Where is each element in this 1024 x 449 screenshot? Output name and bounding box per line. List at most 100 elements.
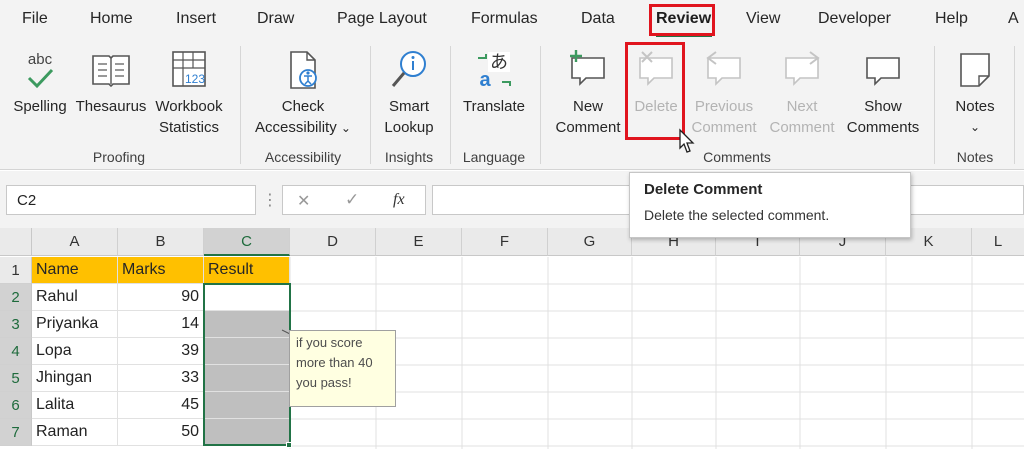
column-header-l[interactable]: L [972, 228, 1024, 256]
new-comment-icon [570, 50, 605, 86]
show-comments-label-1: Show [864, 98, 902, 115]
ribbon-separator [1014, 46, 1015, 164]
show-comments-button[interactable]: Show Comments [842, 48, 924, 138]
cell-b6[interactable]: 45 [118, 392, 204, 419]
menu-more[interactable]: A [1008, 10, 1019, 28]
column-header-e[interactable]: E [376, 228, 462, 256]
cell-b7[interactable]: 50 [118, 419, 204, 446]
select-all-corner[interactable] [0, 228, 32, 256]
cell-note-box[interactable]: if you score more than 40 you pass! [289, 330, 396, 407]
notes-icon [960, 53, 990, 87]
thesaurus-label: Thesaurus [75, 98, 147, 115]
next-comment-icon [785, 51, 820, 86]
cell-a6[interactable]: Lalita [32, 392, 118, 419]
note-line-3: you pass! [296, 375, 352, 390]
ribbon: abc Spelling Thesaurus 123 Workbook Stat… [0, 40, 1024, 170]
row-header-4[interactable]: 4 [0, 338, 32, 365]
check-accessibility-label-1: Check [281, 98, 325, 115]
previous-comment-label-2: Comment [691, 119, 757, 136]
insert-function-icon[interactable]: fx [393, 191, 405, 209]
ribbon-separator [240, 46, 241, 164]
row-header-2[interactable]: 2 [0, 284, 32, 311]
check-accessibility-label-2: Accessibility [255, 119, 337, 136]
row-header-5[interactable]: 5 [0, 365, 32, 392]
menu-formulas[interactable]: Formulas [471, 10, 538, 28]
cell-b3[interactable]: 14 [118, 311, 204, 338]
next-comment-label-1: Next [786, 98, 818, 115]
cell-b1[interactable]: Marks [118, 257, 204, 284]
cell-c1[interactable]: Result [204, 257, 290, 284]
column-header-g[interactable]: G [548, 228, 632, 256]
workbook-statistics-label-2: Statistics [158, 119, 219, 136]
menu-home[interactable]: Home [90, 10, 133, 28]
row-header-3[interactable]: 3 [0, 311, 32, 338]
new-comment-button[interactable]: New Comment [550, 48, 626, 138]
menu-file[interactable]: File [22, 10, 48, 28]
column-header-f[interactable]: F [462, 228, 548, 256]
chevron-down-icon: ⌄ [969, 120, 981, 134]
cell-b2[interactable]: 90 [118, 284, 204, 311]
cell-a3[interactable]: Priyanka [32, 311, 118, 338]
smart-lookup-label-2: Lookup [384, 119, 434, 136]
menu-insert[interactable]: Insert [176, 10, 216, 28]
cell-b4[interactable]: 39 [118, 338, 204, 365]
notes-label: Notes [955, 98, 995, 115]
cell-a1[interactable]: Name [32, 257, 118, 284]
row-header-1[interactable]: 1 [0, 257, 32, 284]
previous-comment-icon [706, 51, 741, 86]
name-box[interactable]: C2 [6, 185, 256, 215]
smart-lookup-icon [391, 51, 426, 87]
group-label-language: Language [462, 149, 526, 165]
cell-a4[interactable]: Lopa [32, 338, 118, 365]
notes-button[interactable]: Notes ⌄ [942, 48, 1008, 138]
cell-a7[interactable]: Raman [32, 419, 118, 446]
note-line-1: if you score [296, 335, 363, 350]
tooltip-title: Delete Comment [644, 181, 763, 198]
group-label-insights: Insights [384, 149, 434, 165]
menu-draw[interactable]: Draw [257, 10, 294, 28]
show-comments-label-2: Comments [846, 119, 920, 136]
previous-comment-button[interactable]: Previous Comment [686, 48, 762, 138]
translate-label: Translate [463, 98, 525, 115]
translate-button[interactable]: あ a Translate [456, 48, 532, 117]
delete-comment-tooltip: Delete Comment Delete the selected comme… [629, 172, 911, 238]
menu-data[interactable]: Data [581, 10, 615, 28]
svg-text:123: 123 [185, 72, 205, 86]
smart-lookup-button[interactable]: Smart Lookup [376, 48, 442, 138]
workbook-statistics-button[interactable]: 123 Workbook Statistics [148, 48, 230, 138]
check-accessibility-button[interactable]: Check Accessibility ⌄ [248, 48, 358, 139]
next-comment-label-2: Comment [769, 119, 835, 136]
fill-handle[interactable] [286, 442, 292, 448]
row-header-6[interactable]: 6 [0, 392, 32, 419]
next-comment-button[interactable]: Next Comment [764, 48, 840, 138]
cell-a2[interactable]: Rahul [32, 284, 118, 311]
spelling-label: Spelling [13, 98, 67, 115]
menu-bar: File Home Insert Draw Page Layout Formul… [0, 0, 1024, 40]
column-header-a[interactable]: A [32, 228, 118, 256]
cell-b5[interactable]: 33 [118, 365, 204, 392]
column-header-b[interactable]: B [118, 228, 204, 256]
enter-icon[interactable]: ✓ [345, 190, 359, 210]
translate-icon: あ a [478, 52, 511, 91]
ribbon-separator [540, 46, 541, 164]
menu-help[interactable]: Help [935, 10, 968, 28]
group-label-notes: Notes [956, 149, 994, 165]
svg-text:abc: abc [28, 51, 53, 68]
workbook-statistics-label-1: Workbook [155, 98, 223, 115]
column-header-d[interactable]: D [290, 228, 376, 256]
ribbon-separator [450, 46, 451, 164]
cancel-icon[interactable]: ✕ [297, 191, 310, 211]
thesaurus-button[interactable]: Thesaurus [74, 48, 148, 117]
row-header-7[interactable]: 7 [0, 419, 32, 446]
previous-comment-label-1: Previous [694, 98, 754, 115]
menu-page-layout[interactable]: Page Layout [337, 10, 427, 28]
drag-handle-icon[interactable]: ⋮ [262, 190, 278, 210]
cell-a5[interactable]: Jhingan [32, 365, 118, 392]
group-label-comments: Comments [703, 149, 771, 165]
spelling-icon: abc [28, 51, 54, 89]
menu-developer[interactable]: Developer [818, 10, 891, 28]
svg-text:a: a [479, 69, 491, 91]
menu-view[interactable]: View [746, 10, 780, 28]
spelling-button[interactable]: abc Spelling [8, 48, 72, 117]
column-header-c[interactable]: C [204, 228, 290, 256]
